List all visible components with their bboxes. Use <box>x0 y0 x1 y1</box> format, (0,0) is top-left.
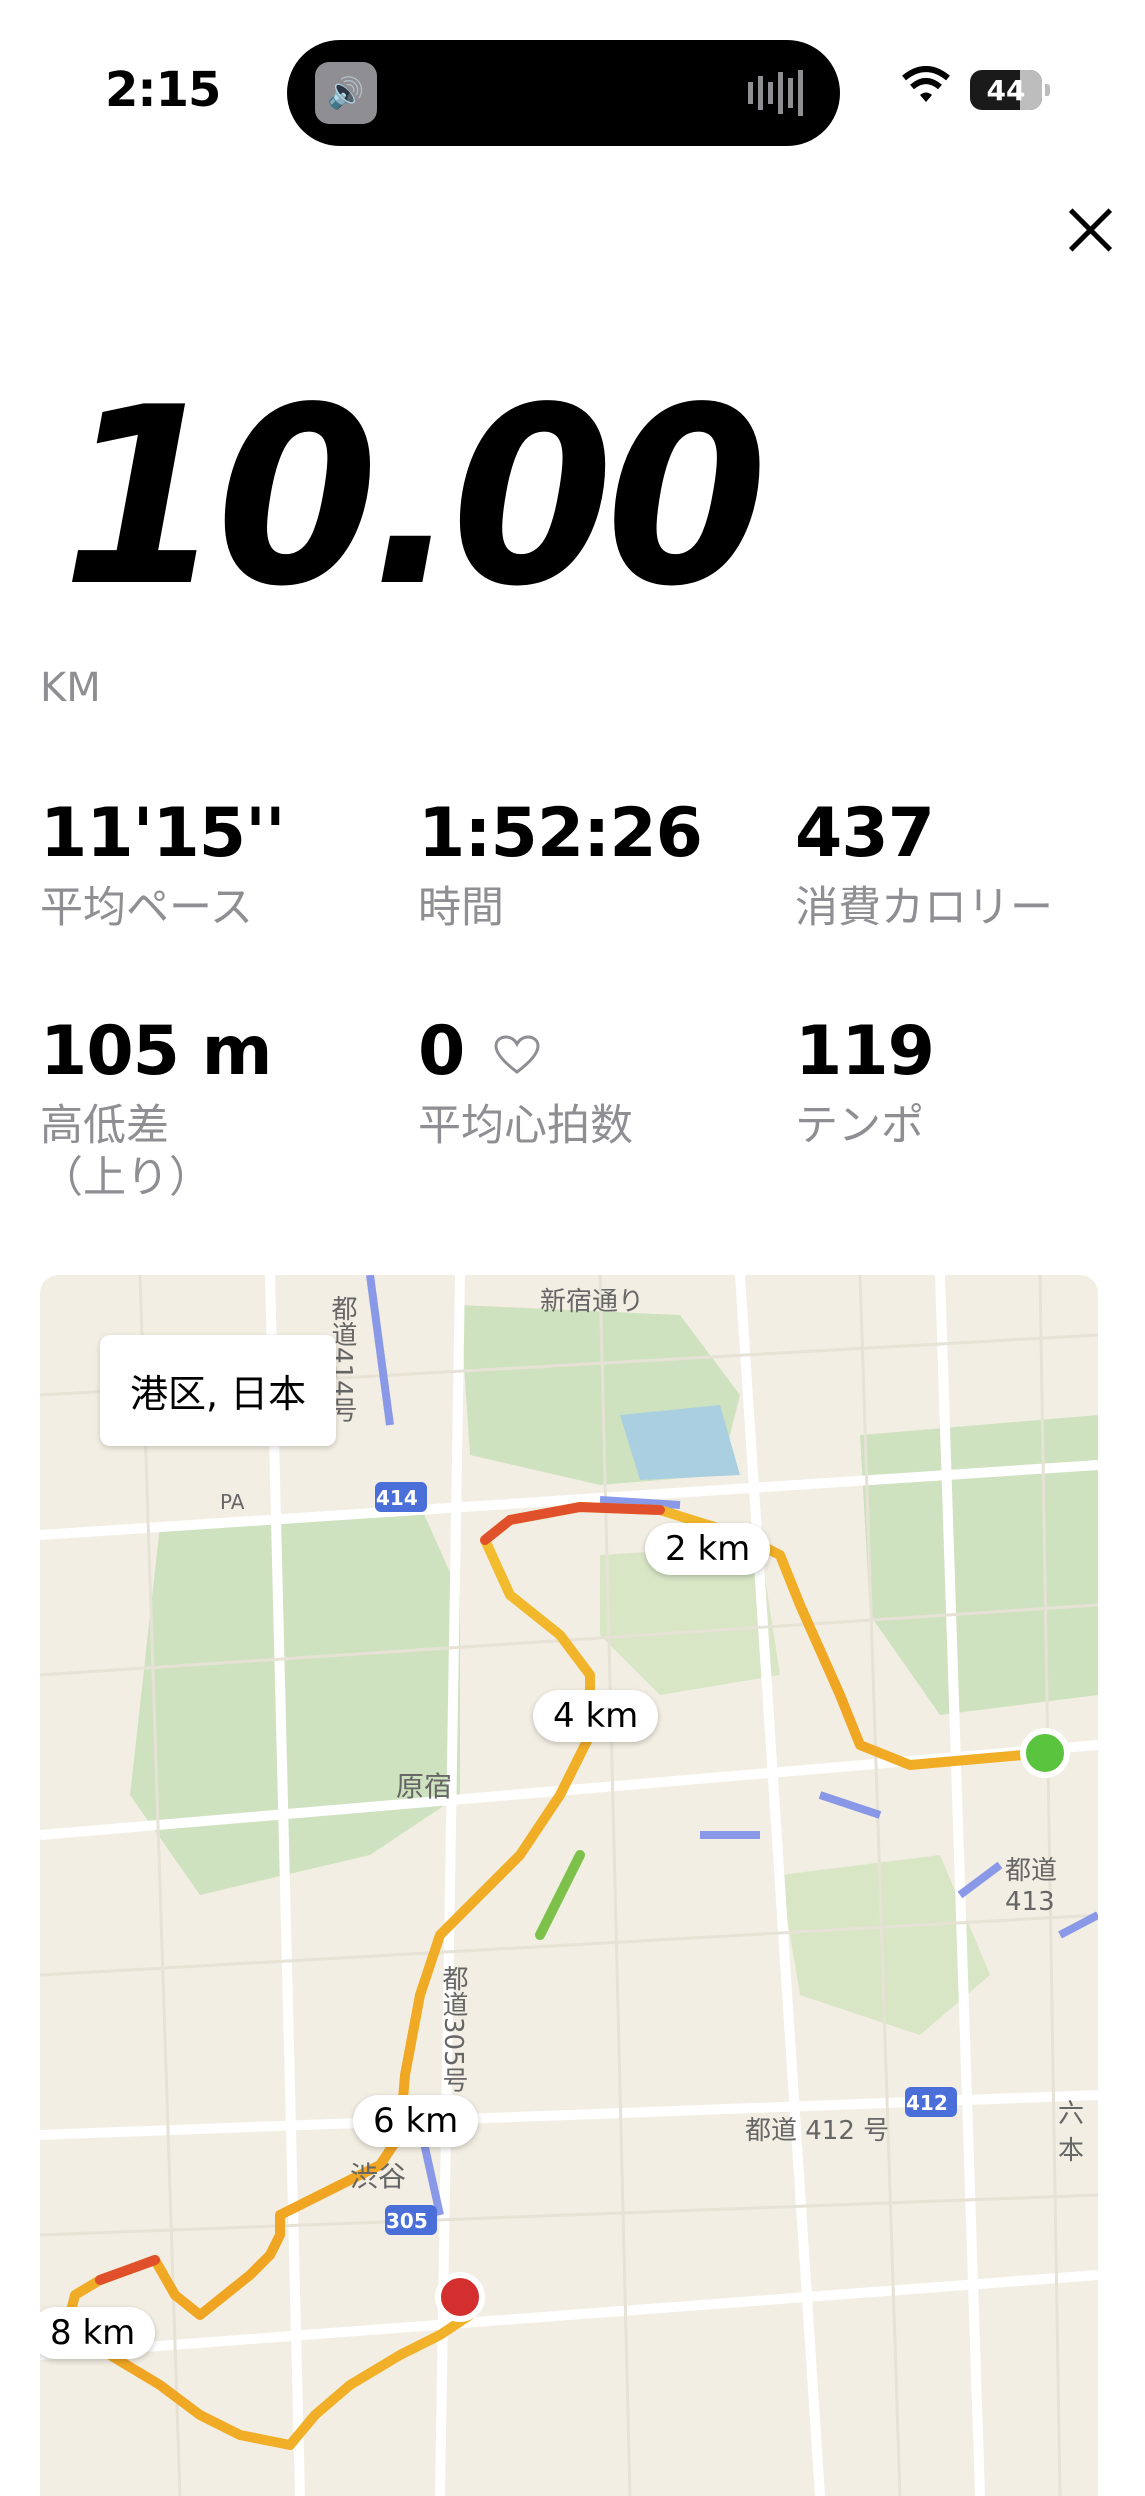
start-marker-icon <box>1020 1728 1070 1778</box>
stat-label: テンポ <box>795 1101 924 1151</box>
stat-value: 1:52:26 <box>418 794 703 873</box>
harajuku-label: 原宿 <box>396 1770 453 1803</box>
km-marker: 8 km <box>40 2307 156 2359</box>
stat-avg-pace: 11'15'' 平均ペース <box>40 800 400 934</box>
stat-label: 時間 <box>418 883 504 933</box>
route-map[interactable]: 305 414 412 PA 新宿通り 原宿 渋谷 都道 412 号 都道 41… <box>40 1275 1098 2496</box>
todo413-label: 都道 413 <box>1005 1856 1058 1917</box>
speaker-icon: 🔊 <box>315 62 377 124</box>
km-marker: 6 km <box>353 2095 479 2147</box>
status-bar: 2:15 🔊 44 <box>0 0 1145 180</box>
distance-value: 10.00 <box>62 355 768 640</box>
audio-waveform-icon <box>748 70 803 116</box>
end-marker-icon <box>435 2272 485 2322</box>
stat-time: 1:52:26 時間 <box>418 800 778 934</box>
shibuya-label: 渋谷 <box>350 2160 407 2193</box>
stat-elevation: 105 m 高低差 （上り） <box>40 1018 400 1205</box>
close-icon[interactable] <box>1060 200 1120 260</box>
battery-icon: 44 <box>970 70 1050 110</box>
stat-value: 11'15'' <box>40 794 286 873</box>
wifi-icon <box>902 66 950 102</box>
stat-cadence: 119 テンポ <box>795 1018 1145 1152</box>
km-marker: 2 km <box>645 1523 771 1575</box>
todo305-label: 都道305号 <box>438 1965 468 2093</box>
stat-value: 119 <box>795 1012 935 1091</box>
stat-label: 平均ペース <box>40 883 253 933</box>
stat-value: 437 <box>795 794 935 873</box>
route-414-badge: 414 <box>376 1486 418 1510</box>
dynamic-island: 🔊 <box>287 40 840 146</box>
heart-icon <box>494 1035 540 1075</box>
pa-label: PA <box>220 1490 245 1514</box>
stat-calories: 437 消費カロリー <box>795 800 1145 934</box>
stat-label: 平均心拍数 <box>418 1101 633 1151</box>
stat-heart-rate: 0 平均心拍数 <box>418 1018 778 1152</box>
stat-value: 105 m <box>40 1012 272 1091</box>
status-time: 2:15 <box>105 62 221 118</box>
map-background <box>40 1275 1098 2496</box>
battery-level: 44 <box>986 73 1026 107</box>
route-412-badge: 412 <box>906 2091 948 2115</box>
todo412-label: 都道 412 号 <box>745 2116 890 2146</box>
route-305-badge: 305 <box>386 2209 428 2233</box>
street-label: 新宿通り <box>540 1287 645 1317</box>
distance-unit: KM <box>40 665 101 711</box>
roppongi-label: 六本 <box>1058 2099 1085 2166</box>
location-chip: 港区, 日本 <box>100 1335 337 1446</box>
stat-label: 高低差 （上り） <box>40 1101 212 1204</box>
stat-label: 消費カロリー <box>795 883 1053 933</box>
km-marker: 4 km <box>533 1690 659 1742</box>
stat-value: 0 <box>418 1012 465 1091</box>
